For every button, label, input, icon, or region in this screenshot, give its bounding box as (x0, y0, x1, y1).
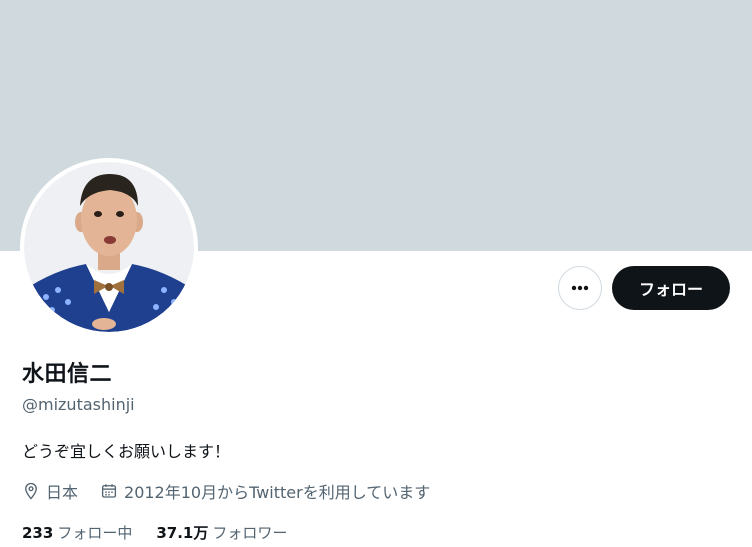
join-date: 2012年10月からTwitterを利用しています (100, 479, 430, 503)
follow-button[interactable]: フォロー (612, 266, 730, 310)
more-button[interactable] (558, 266, 602, 310)
join-date-text: 2012年10月からTwitterを利用しています (124, 483, 431, 502)
followers-count: 37.1万 (156, 524, 209, 542)
profile-actions: フォロー (558, 266, 730, 310)
following-count: 233 (22, 524, 54, 542)
follow-button-label: フォロー (638, 280, 703, 299)
following-link[interactable]: 233 フォロー中 (22, 522, 132, 543)
location-pin-icon (25, 482, 37, 500)
location-text: 日本 (46, 483, 79, 502)
profile-meta: 日本 2012年10月からTwitterを利用しています (22, 479, 452, 503)
avatar-photo (24, 162, 194, 332)
ellipsis-icon (571, 285, 589, 291)
calendar-icon (101, 484, 117, 498)
bio: どうぞ宜しくお願いします！ (22, 442, 231, 461)
followers-label: フォロワー (212, 524, 288, 542)
avatar[interactable] (20, 158, 198, 336)
profile-stats: 233 フォロー中 37.1万 フォロワー (22, 522, 311, 543)
following-label: フォロー中 (57, 524, 133, 542)
handle: @mizutashinji (22, 395, 135, 414)
location: 日本 (22, 479, 78, 503)
display-name: 水田信二 (22, 362, 113, 387)
followers-link[interactable]: 37.1万 フォロワー (156, 522, 287, 543)
